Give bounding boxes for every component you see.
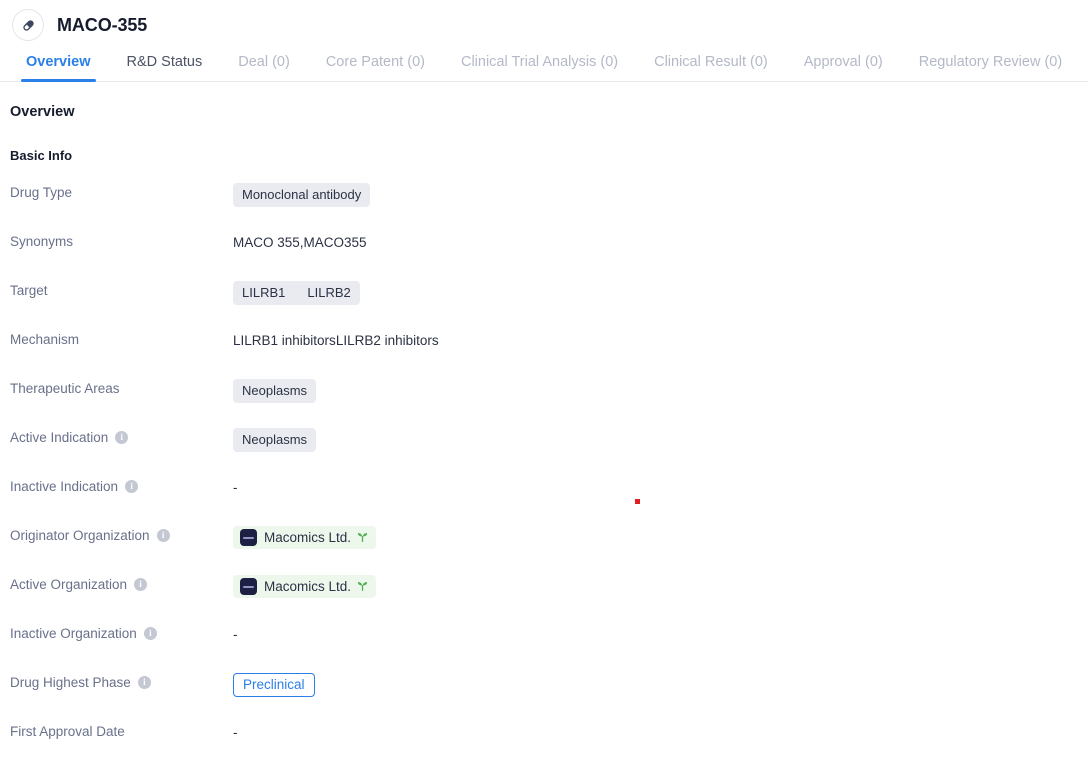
chip-active-indication[interactable]: Neoplasms bbox=[233, 428, 317, 452]
cursor-marker bbox=[635, 499, 640, 504]
field-label: Therapeutic Areas bbox=[10, 381, 120, 396]
field-value: Monoclonal antibody bbox=[233, 183, 1088, 207]
chip-group-target: LILRB1 LILRB2 bbox=[233, 281, 360, 305]
tab-clinical-result[interactable]: Clinical Result (0) bbox=[654, 54, 768, 82]
field-label-text: Inactive Indication bbox=[10, 479, 119, 494]
company-logo-icon bbox=[240, 529, 257, 546]
mechanism-value-1: LILRB1 inhibitors bbox=[233, 332, 336, 348]
field-label: Drug Type bbox=[10, 185, 73, 200]
tab-rd-status[interactable]: R&D Status bbox=[127, 54, 203, 82]
field-row-target: Target LILRB1 LILRB2 bbox=[10, 281, 1088, 330]
chip-target-1[interactable]: LILRB1 bbox=[242, 285, 285, 301]
field-row-originator-organization: Originator Organization i Macomics Ltd. bbox=[10, 526, 1088, 575]
field-value: - bbox=[233, 477, 1088, 497]
info-icon[interactable]: i bbox=[134, 578, 148, 592]
field-label: First Approval Date bbox=[10, 724, 125, 739]
field-label-text: Originator Organization bbox=[10, 528, 150, 543]
overview-panel: Overview Basic Info Drug Type Monoclonal… bbox=[0, 82, 1088, 771]
field-label: Synonyms bbox=[10, 234, 74, 249]
empty-value: - bbox=[233, 724, 238, 740]
field-label-text: Inactive Organization bbox=[10, 626, 137, 641]
field-row-drug-highest-phase: Drug Highest Phase i Preclinical bbox=[10, 673, 1088, 722]
chip-drug-type[interactable]: Monoclonal antibody bbox=[233, 183, 371, 207]
organization-name: Macomics Ltd. bbox=[264, 578, 352, 594]
field-value: LILRB1 inhibitors LILRB2 inhibitors bbox=[233, 330, 1088, 350]
chip-therapeutic-area[interactable]: Neoplasms bbox=[233, 379, 317, 403]
mechanism-value-2: LILRB2 inhibitors bbox=[335, 332, 439, 348]
field-label: Inactive Indication i bbox=[10, 477, 233, 494]
sprout-icon bbox=[357, 533, 368, 542]
field-row-inactive-organization: Inactive Organization i - bbox=[10, 624, 1088, 673]
field-row-active-indication: Active Indication i Neoplasms bbox=[10, 428, 1088, 477]
field-value: Neoplasms bbox=[233, 379, 1088, 403]
field-label-text: Drug Highest Phase bbox=[10, 675, 131, 690]
field-label: Active Organization i bbox=[10, 575, 233, 592]
status-badge-drug-highest-phase[interactable]: Preclinical bbox=[233, 673, 315, 697]
empty-value: - bbox=[233, 626, 238, 642]
field-value: Preclinical bbox=[233, 673, 1088, 697]
page-title: MACO-355 bbox=[57, 14, 148, 35]
field-value: - bbox=[233, 624, 1088, 644]
field-row-therapeutic-areas: Therapeutic Areas Neoplasms bbox=[10, 379, 1088, 428]
sprout-icon bbox=[357, 582, 368, 591]
field-value: - bbox=[233, 722, 1088, 742]
tab-regulatory-review[interactable]: Regulatory Review (0) bbox=[919, 54, 1062, 82]
field-label: Originator Organization i bbox=[10, 526, 233, 543]
page-header: MACO-355 bbox=[0, 0, 1088, 41]
synonym-value-2: MACO355 bbox=[303, 234, 367, 250]
info-icon[interactable]: i bbox=[115, 431, 129, 445]
chip-active-organization[interactable]: Macomics Ltd. bbox=[233, 575, 377, 598]
chip-target-2[interactable]: LILRB2 bbox=[307, 285, 350, 301]
tab-approval[interactable]: Approval (0) bbox=[804, 54, 883, 82]
field-row-first-approval-date: First Approval Date - bbox=[10, 722, 1088, 771]
field-row-active-organization: Active Organization i Macomics Ltd. bbox=[10, 575, 1088, 624]
field-row-synonyms: Synonyms MACO 355, MACO355 bbox=[10, 232, 1088, 281]
subsection-title-basic-info: Basic Info bbox=[10, 148, 73, 163]
info-icon[interactable]: i bbox=[156, 529, 170, 543]
field-label: Inactive Organization i bbox=[10, 624, 233, 641]
tab-clinical-trial-analysis[interactable]: Clinical Trial Analysis (0) bbox=[461, 54, 618, 82]
empty-value: - bbox=[233, 479, 238, 495]
section-title-overview: Overview bbox=[10, 104, 75, 120]
field-label: Target bbox=[10, 283, 48, 298]
field-value: LILRB1 LILRB2 bbox=[233, 281, 1088, 305]
tab-bar: Overview R&D Status Deal (0) Core Patent… bbox=[0, 40, 1088, 82]
field-label: Active Indication i bbox=[10, 428, 233, 445]
info-icon[interactable]: i bbox=[143, 627, 157, 641]
field-label-text: Active Indication bbox=[10, 430, 109, 445]
tab-overview[interactable]: Overview bbox=[21, 54, 95, 82]
tab-deal[interactable]: Deal (0) bbox=[238, 54, 290, 82]
chip-originator-organization[interactable]: Macomics Ltd. bbox=[233, 526, 377, 549]
field-label-text: Active Organization bbox=[10, 577, 128, 592]
field-row-drug-type: Drug Type Monoclonal antibody bbox=[10, 183, 1088, 232]
pill-capsule-icon bbox=[12, 9, 44, 41]
field-value: Macomics Ltd. bbox=[233, 575, 1088, 598]
field-row-mechanism: Mechanism LILRB1 inhibitors LILRB2 inhib… bbox=[10, 330, 1088, 379]
info-icon[interactable]: i bbox=[137, 676, 151, 690]
company-logo-icon bbox=[240, 578, 257, 595]
field-value: MACO 355, MACO355 bbox=[233, 232, 1088, 252]
field-value: Macomics Ltd. bbox=[233, 526, 1088, 549]
info-icon[interactable]: i bbox=[125, 480, 139, 494]
synonym-value-1: MACO 355, bbox=[233, 234, 304, 250]
field-value: Neoplasms bbox=[233, 428, 1088, 452]
field-label: Drug Highest Phase i bbox=[10, 673, 233, 690]
organization-name: Macomics Ltd. bbox=[264, 529, 352, 545]
field-label: Mechanism bbox=[10, 332, 80, 347]
tab-core-patent[interactable]: Core Patent (0) bbox=[326, 54, 425, 82]
field-row-inactive-indication: Inactive Indication i - bbox=[10, 477, 1088, 526]
